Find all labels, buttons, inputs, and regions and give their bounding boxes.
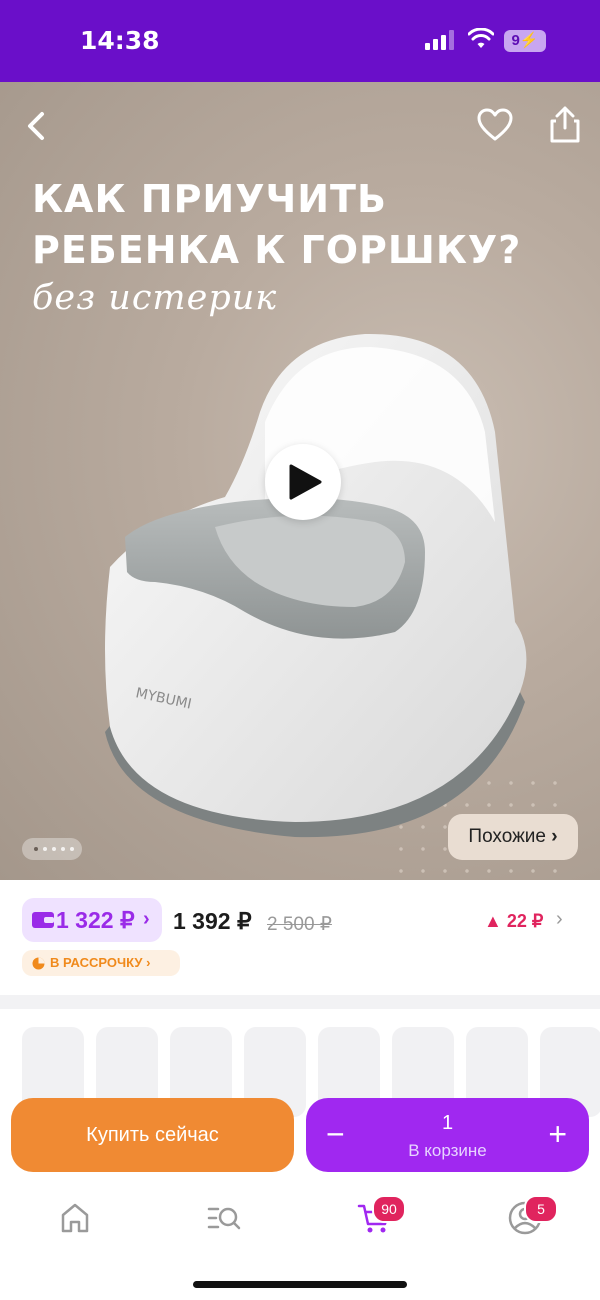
buy-now-button[interactable]: Купить сейчас bbox=[11, 1098, 294, 1172]
product-image: MYBUMI bbox=[105, 333, 527, 838]
price-delta: ▲ 22 ₽ bbox=[484, 911, 543, 932]
variant-thumbnails bbox=[0, 1009, 600, 1117]
increase-quantity-button[interactable]: + bbox=[548, 1114, 567, 1154]
pager-dot-active bbox=[34, 847, 38, 851]
cart-quantity: 1 bbox=[441, 1112, 454, 1134]
cart-quantity-control: − 1 В корзине + bbox=[306, 1098, 589, 1172]
price-card: 1 322 ₽ › 1 392 ₽ 2 500 ₽ ▲ 22 ₽ › В РАС… bbox=[0, 880, 600, 995]
pager-dot bbox=[43, 847, 47, 851]
installment-button[interactable]: В РАССРОЧКУ › bbox=[22, 950, 180, 976]
hero-title: КАК ПРИУЧИТЬ РЕБЕНКА К ГОРШКУ? bbox=[32, 177, 522, 272]
similar-label: Похожие bbox=[468, 826, 546, 847]
triangle-up-icon: ▲ bbox=[484, 911, 507, 931]
status-time: 14:38 bbox=[80, 26, 160, 55]
wallet-price: 1 322 ₽ bbox=[56, 907, 135, 933]
heart-icon[interactable] bbox=[476, 106, 514, 144]
home-indicator bbox=[193, 1281, 407, 1288]
old-price: 2 500 ₽ bbox=[267, 914, 332, 935]
wifi-icon bbox=[468, 28, 494, 48]
product-media-gallery[interactable]: MYBUMI КАК ПРИУЧИТЬ РЕБЕНКА К ГОРШКУ? бе… bbox=[0, 82, 600, 882]
share-icon[interactable] bbox=[548, 104, 582, 144]
wallet-icon bbox=[32, 912, 54, 928]
pie-chart-icon bbox=[32, 957, 45, 970]
chevron-right-icon: › bbox=[143, 908, 150, 930]
in-cart-label: В корзине bbox=[408, 1141, 487, 1160]
hero-subtitle: без истерик bbox=[32, 278, 278, 318]
play-video-button[interactable] bbox=[265, 444, 341, 520]
cart-badge: 90 bbox=[372, 1195, 406, 1223]
section-divider bbox=[0, 995, 600, 1009]
similar-products-button[interactable]: Похожие › bbox=[448, 814, 578, 860]
image-pager bbox=[22, 838, 82, 860]
back-arrow-icon[interactable] bbox=[18, 106, 58, 146]
pager-dot bbox=[70, 847, 74, 851]
status-bar: 14:38 9⚡ bbox=[0, 0, 600, 82]
charging-icon: ⚡ bbox=[519, 32, 539, 49]
pager-dot bbox=[61, 847, 65, 851]
play-icon bbox=[289, 464, 322, 500]
chevron-right-icon: › bbox=[556, 908, 563, 930]
catalog-search-icon[interactable] bbox=[206, 1200, 242, 1236]
installment-label: В РАССРОЧКУ › bbox=[50, 955, 151, 970]
pager-dot bbox=[52, 847, 56, 851]
current-price: 1 392 ₽ bbox=[173, 908, 252, 934]
profile-badge: 5 bbox=[524, 1195, 558, 1223]
price-delta-value: 22 ₽ bbox=[506, 911, 544, 931]
wallet-price-button[interactable]: 1 322 ₽ › bbox=[22, 898, 162, 942]
battery-indicator: 9⚡ bbox=[504, 30, 546, 52]
chevron-right-icon: › bbox=[551, 826, 558, 847]
battery-level: 9 bbox=[511, 32, 520, 49]
cellular-signal-icon bbox=[425, 30, 454, 50]
home-icon[interactable] bbox=[57, 1200, 93, 1236]
